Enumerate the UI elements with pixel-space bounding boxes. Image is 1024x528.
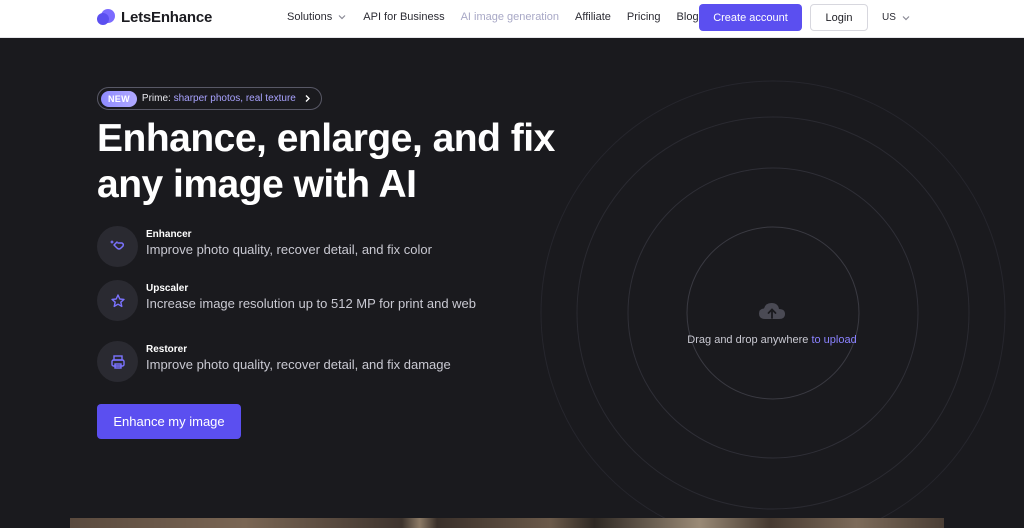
upload-dropzone[interactable]: Drag and drop anywhere to upload: [672, 300, 872, 346]
announcement-prefix: Prime:: [141, 93, 174, 104]
nav-pricing[interactable]: Pricing: [627, 11, 661, 23]
logo-text: LetsEnhance: [121, 8, 213, 26]
announcement-pill[interactable]: NEW Prime: sharper photos, real texture: [97, 87, 322, 110]
announcement-text: Prime: sharper photos, real texture: [142, 93, 296, 104]
new-badge: NEW: [101, 90, 137, 107]
feature-desc: Improve photo quality, recover detail, a…: [146, 357, 451, 372]
login-button[interactable]: Login: [810, 4, 868, 31]
chevron-right-icon: [305, 95, 310, 102]
announcement-highlight: sharper photos, real texture: [173, 93, 296, 104]
preview-image-strip: [70, 518, 944, 528]
locale-label: US: [882, 12, 896, 23]
upload-text: Drag and drop anywhere to upload: [672, 334, 872, 346]
nav-blog-label: Blog: [676, 11, 699, 23]
nav-affiliate-label: Affiliate: [575, 11, 611, 23]
hero-title: Enhance, enlarge, and fix any image with…: [97, 117, 555, 206]
create-account-button[interactable]: Create account: [699, 4, 802, 31]
nav-ai-gen-label: AI image generation: [460, 11, 560, 23]
feature-title: Upscaler: [146, 283, 189, 294]
upload-link[interactable]: to upload: [811, 334, 856, 346]
logo[interactable]: LetsEnhance: [97, 8, 212, 26]
site-header: LetsEnhance Solutions API for Business A…: [0, 0, 1024, 38]
feature-title: Enhancer: [146, 229, 192, 240]
printer-icon: [97, 341, 138, 382]
nav-solutions[interactable]: Solutions: [287, 11, 347, 23]
nav-affiliate[interactable]: Affiliate: [575, 11, 611, 23]
nav-ai-image-generation[interactable]: AI image generation: [461, 11, 559, 23]
feature-enhancer: Enhancer Improve photo quality, recover …: [97, 226, 476, 267]
nav-api-for-business[interactable]: API for Business: [363, 11, 444, 23]
feature-title: Restorer: [146, 344, 188, 355]
star-expand-icon: [97, 280, 138, 321]
cloud-upload-icon: [759, 303, 785, 319]
feature-restorer: Restorer Improve photo quality, recover …: [97, 341, 476, 382]
feature-desc: Improve photo quality, recover detail, a…: [146, 242, 432, 257]
nav-api-label: API for Business: [363, 11, 445, 23]
chevron-down-icon: [338, 15, 346, 20]
feature-upscaler: Upscaler Increase image resolution up to…: [97, 280, 476, 321]
logo-icon: [97, 9, 115, 25]
chevron-down-icon: [902, 15, 910, 20]
nav-pricing-label: Pricing: [626, 11, 661, 23]
enhance-my-image-button[interactable]: Enhance my image: [97, 404, 241, 439]
feature-desc: Increase image resolution up to 512 MP f…: [146, 296, 477, 311]
nav-blog[interactable]: Blog: [677, 11, 699, 23]
main-nav: Solutions API for Business AI image gene…: [287, 11, 715, 23]
upload-rings: [540, 80, 1006, 528]
locale-selector[interactable]: US: [882, 12, 911, 23]
upload-label: Drag and drop anywhere: [687, 334, 812, 346]
nav-solutions-label: Solutions: [287, 11, 333, 23]
hand-sparkle-icon: [97, 226, 138, 267]
